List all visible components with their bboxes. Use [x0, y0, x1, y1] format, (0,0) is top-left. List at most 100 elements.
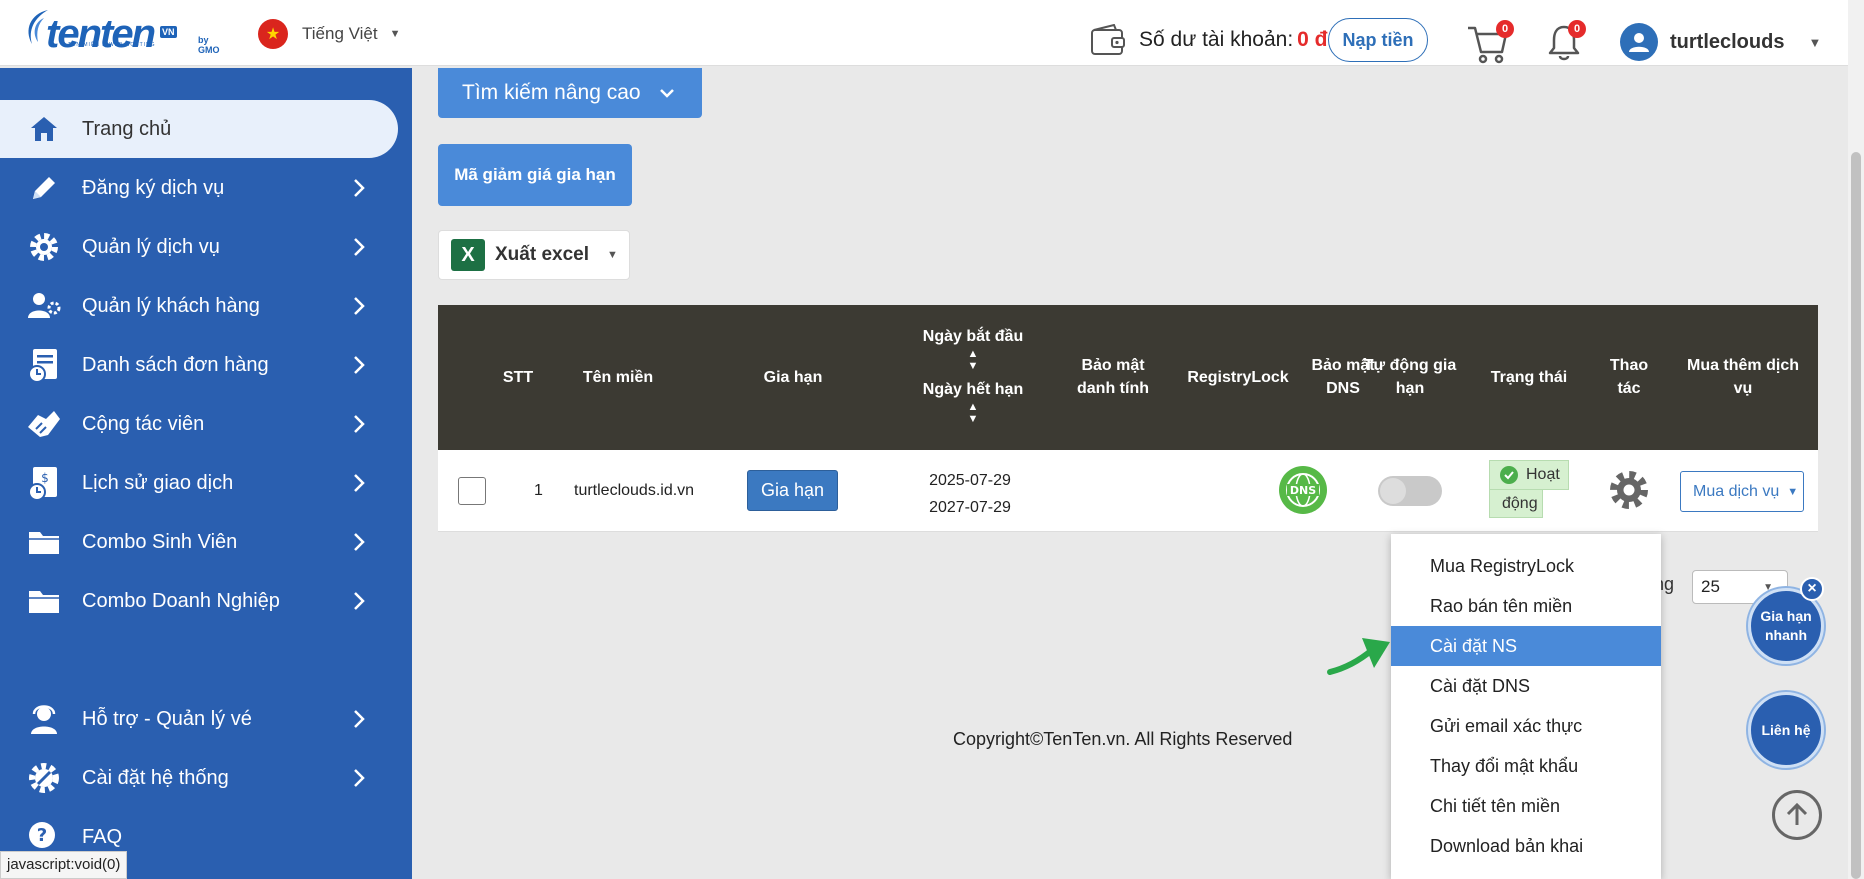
row-start-date: 2025-07-29: [929, 472, 1011, 489]
folder-icon: [24, 581, 64, 621]
browser-status-bar: javascript:void(0): [0, 851, 128, 879]
sidebar-item-system-settings[interactable]: Cài đặt hệ thống: [0, 749, 398, 807]
menu-item-download-declaration[interactable]: Download bản khai: [1391, 826, 1661, 866]
status-line-1: Hoạt: [1489, 460, 1569, 490]
row-end-date: 2027-07-29: [929, 499, 1011, 516]
row-stt: 1: [534, 482, 543, 499]
user-menu[interactable]: turtleclouds ▼: [1620, 22, 1821, 62]
page-size-value: 25: [1701, 577, 1720, 596]
auto-renew-toggle[interactable]: [1378, 476, 1442, 506]
sort-icon[interactable]: ▲ ▼: [898, 348, 1048, 372]
chevron-right-icon: [354, 356, 365, 374]
chevron-right-icon: [354, 415, 365, 433]
vietnam-flag-icon: ★: [258, 19, 288, 49]
contact-label: Liên hệ: [1761, 722, 1811, 738]
menu-item-change-password[interactable]: Thay đổi mật khẩu: [1391, 746, 1661, 786]
sidebar-item-label: Cài đặt hệ thống: [82, 766, 229, 789]
sidebar-item-order-list[interactable]: Danh sách đơn hàng: [0, 336, 398, 394]
col-header-start-date: Ngày bắt đầu: [922, 328, 1024, 345]
toggle-knob: [1380, 478, 1406, 504]
caret-down-icon: ▼: [1787, 485, 1799, 498]
pencil-icon: [24, 168, 64, 208]
sidebar-item-register-service[interactable]: Đăng ký dịch vụ: [0, 159, 398, 217]
notification-button[interactable]: 0: [1546, 20, 1586, 62]
buy-service-dropdown[interactable]: Mua dịch vụ ▼: [1680, 471, 1804, 512]
topup-button[interactable]: Nạp tiền: [1328, 18, 1428, 62]
tenten-logo[interactable]: tenten VN by GMO TÊN MIỀN & WEB HOSTING: [22, 4, 222, 56]
balance-label: Số dư tài khoản:: [1139, 28, 1294, 51]
col-header-status: Trạng thái: [1490, 369, 1568, 386]
copyright-text: Copyright©TenTen.vn. All Rights Reserved: [953, 729, 1293, 749]
col-header-actions: Thao tác: [1589, 354, 1669, 400]
contact-button[interactable]: Liên hệ: [1748, 692, 1824, 768]
col-header-privacy-l2: danh tính: [1077, 380, 1149, 397]
handshake-icon: [24, 404, 64, 444]
sidebar-item-label: Cộng tác viên: [82, 412, 205, 435]
row-renew-button[interactable]: Gia hạn: [747, 470, 838, 511]
chevron-right-icon: [354, 179, 365, 197]
language-label: Tiếng Việt: [302, 24, 378, 43]
sidebar-item-label: Hỗ trợ - Quản lý vé: [82, 707, 252, 730]
close-icon[interactable]: ×: [1800, 577, 1824, 601]
menu-item-send-verification-email[interactable]: Gửi email xác thực: [1391, 706, 1661, 746]
col-header-dates[interactable]: Ngày bắt đầu ▲ ▼ Ngày hết hạn ▲ ▼: [898, 325, 1048, 425]
renew-coupon-button[interactable]: Mã giảm giá gia hạn: [438, 144, 632, 206]
caret-down-icon: ▼: [607, 249, 618, 261]
scroll-to-top-button[interactable]: [1772, 790, 1822, 840]
sidebar-item-transaction-history[interactable]: $ Lịch sử giao dịch: [0, 454, 398, 512]
menu-item-set-dns[interactable]: Cài đặt DNS: [1391, 666, 1661, 706]
dns-security-badge[interactable]: DNS: [1279, 466, 1327, 514]
col-header-renew: Gia hạn: [763, 369, 823, 386]
support-agent-icon: [24, 699, 64, 739]
menu-item-set-ns[interactable]: Cài đặt NS: [1391, 626, 1661, 666]
sidebar-item-home[interactable]: Trang chủ: [0, 100, 398, 158]
home-icon: [24, 109, 64, 149]
system-settings-icon: [24, 758, 64, 798]
sidebar-item-manage-customers[interactable]: Quản lý khách hàng: [0, 277, 398, 335]
svg-text:$: $: [41, 471, 49, 485]
logo-tagline: TÊN MIỀN & WEB HOSTING: [68, 42, 156, 48]
sidebar-item-combo-business[interactable]: Combo Doanh Nghiệp: [0, 572, 398, 630]
scrollbar-thumb[interactable]: [1851, 152, 1861, 879]
sidebar-item-label: FAQ: [82, 825, 123, 848]
status-badge: Hoạt động: [1489, 460, 1569, 522]
sidebar-item-label: Danh sách đơn hàng: [82, 353, 269, 376]
status-line-2: động: [1489, 490, 1543, 518]
sidebar-item-manage-service[interactable]: Quản lý dịch vụ: [0, 218, 398, 276]
advanced-search-button[interactable]: Tìm kiếm nâng cao: [438, 68, 702, 118]
account-balance: Số dư tài khoản: 0 đ: [1139, 28, 1328, 52]
col-header-registry-lock: RegistryLock: [1187, 369, 1289, 386]
chevron-down-icon: [659, 89, 674, 98]
sidebar-item-support-tickets[interactable]: Hỗ trợ - Quản lý vé: [0, 690, 398, 748]
row-checkbox[interactable]: [458, 477, 486, 505]
export-excel-button[interactable]: X Xuất excel ▼: [438, 230, 630, 280]
sidebar-item-label: Trang chủ: [82, 117, 172, 140]
advanced-search-label: Tìm kiếm nâng cao: [462, 81, 641, 104]
col-header-auto-l2: hạn: [1395, 380, 1425, 397]
menu-item-buy-registrylock[interactable]: Mua RegistryLock: [1391, 546, 1661, 586]
menu-item-domain-details[interactable]: Chi tiết tên miền: [1391, 786, 1661, 826]
row-actions-gear-icon[interactable]: [1607, 468, 1651, 512]
balance-amount: 0 đ: [1297, 28, 1328, 51]
chevron-right-icon: [354, 297, 365, 315]
sidebar-item-label: Lịch sử giao dịch: [82, 471, 234, 494]
cart-count-badge: 0: [1496, 20, 1514, 38]
username: turtleclouds: [1670, 30, 1785, 53]
chevron-right-icon: [354, 769, 365, 787]
caret-down-icon: ▼: [1808, 34, 1822, 50]
svg-text:?: ?: [37, 825, 47, 846]
green-arrow-pointer-icon: [1327, 638, 1390, 675]
sidebar-item-label: Quản lý khách hàng: [82, 294, 260, 317]
language-selector[interactable]: ★ Tiếng Việt ▼: [258, 19, 401, 49]
sidebar-item-affiliates[interactable]: Cộng tác viên: [0, 395, 398, 453]
menu-item-sell-domain[interactable]: Rao bán tên miền: [1391, 586, 1661, 626]
sidebar-item-combo-student[interactable]: Combo Sinh Viên: [0, 513, 398, 571]
chevron-right-icon: [354, 710, 365, 728]
col-header-privacy-l1: Bảo mật: [1081, 357, 1145, 374]
top-header: tenten VN by GMO TÊN MIỀN & WEB HOSTING …: [0, 0, 1848, 66]
row-dates: 2025-07-29 2027-07-29: [910, 467, 1030, 521]
page-scrollbar[interactable]: [1848, 0, 1864, 879]
cart-button[interactable]: 0: [1466, 20, 1514, 66]
sort-icon[interactable]: ▲ ▼: [898, 401, 1048, 425]
logo-wordmark: tenten: [46, 12, 156, 56]
